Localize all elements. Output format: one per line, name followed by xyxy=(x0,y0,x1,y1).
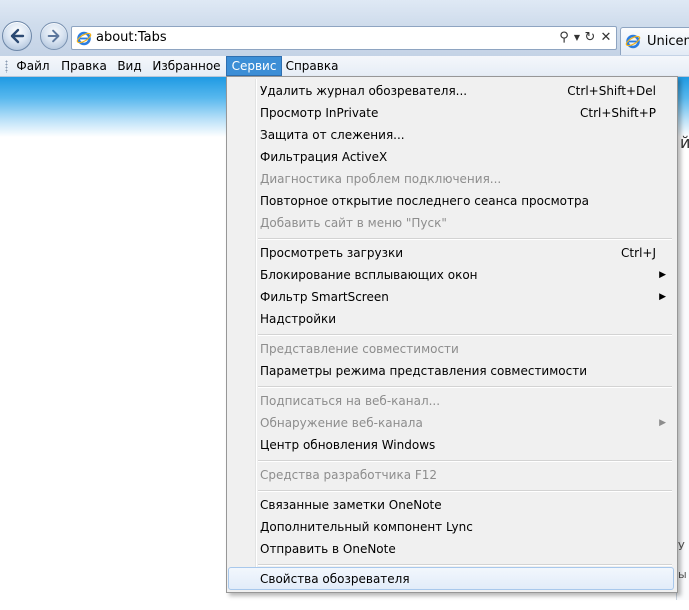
forward-button[interactable] xyxy=(40,22,68,50)
submenu-arrow-icon: ▶ xyxy=(659,292,666,302)
menu-item-addons[interactable]: Надстройки xyxy=(229,308,673,330)
menu-item-label: Представление совместимости xyxy=(260,342,459,356)
menu-item-send-to-onenote[interactable]: Отправить в OneNote xyxy=(229,538,673,560)
menu-item-feed-discovery[interactable]: Обнаружение веб-канала ▶ xyxy=(229,412,673,434)
forward-arrow-icon xyxy=(47,29,60,43)
menu-item-label: Фильтрация ActiveX xyxy=(260,150,388,164)
menu-item-tracking-protection[interactable]: Защита от слежения... xyxy=(229,124,673,146)
menu-item-smartscreen[interactable]: Фильтр SmartScreen ▶ xyxy=(229,286,673,308)
menu-item-windows-update[interactable]: Центр обновления Windows xyxy=(229,434,673,456)
menu-item-label: Защита от слежения... xyxy=(260,128,405,142)
address-bar[interactable]: about:Tabs ⚲ ▼ ↻ ✕ xyxy=(71,26,617,50)
submenu-arrow-icon: ▶ xyxy=(659,270,666,280)
page-text-fragment: й xyxy=(680,133,689,152)
menu-item-subscribe-feed[interactable]: Подписаться на веб-канал... xyxy=(229,390,673,412)
menu-item-label: Обнаружение веб-канала xyxy=(260,416,423,430)
tab-title: Unicente xyxy=(647,34,689,49)
menu-item-label: Блокирование всплывающих окон xyxy=(260,268,478,282)
menu-item-label: Дополнительный компонент Lync xyxy=(260,520,473,534)
page-text-fragment: ы xyxy=(678,568,687,581)
menu-item-label: Надстройки xyxy=(260,312,337,326)
refresh-icon[interactable]: ↻ xyxy=(582,29,598,47)
menu-edit[interactable]: Правка xyxy=(57,57,111,75)
menu-item-inprivate[interactable]: Просмотр InPrivate Ctrl+Shift+P xyxy=(229,102,673,124)
shortcut-label: Ctrl+Shift+Del xyxy=(567,84,656,98)
menu-item-label: Центр обновления Windows xyxy=(260,438,436,452)
menu-bar: Файл Правка Вид Избранное Сервис Справка xyxy=(0,56,689,77)
menu-item-internet-options[interactable]: Свойства обозревателя xyxy=(228,567,674,590)
ie-logo-icon xyxy=(625,34,641,49)
submenu-arrow-icon: ▶ xyxy=(659,418,666,428)
menu-item-lync-addon[interactable]: Дополнительный компонент Lync xyxy=(229,516,673,538)
back-button[interactable] xyxy=(2,21,32,51)
menu-item-label: Средства разработчика F12 xyxy=(260,468,438,482)
menu-item-label: Фильтр SmartScreen xyxy=(260,290,389,304)
shortcut-label: Ctrl+Shift+P xyxy=(580,106,656,120)
menu-item-label: Добавить сайт в меню "Пуск" xyxy=(260,216,447,230)
navigation-bar: about:Tabs ⚲▼↻✕ Unicente xyxy=(0,0,689,56)
menu-help[interactable]: Справка xyxy=(283,57,341,75)
menu-item-compatibility-view[interactable]: Представление совместимости xyxy=(229,338,673,360)
page-text-fragment: У xyxy=(678,540,685,553)
menu-favorites[interactable]: Избранное xyxy=(148,57,225,75)
menu-item-developer-tools[interactable]: Средства разработчика F12 xyxy=(229,464,673,486)
menu-separator xyxy=(258,490,672,492)
menu-item-label: Повторное открытие последнего сеанса про… xyxy=(260,194,589,208)
menu-item-activex-filtering[interactable]: Фильтрация ActiveX xyxy=(229,146,673,168)
menu-item-delete-history[interactable]: Удалить журнал обозревателя... Ctrl+Shif… xyxy=(229,80,673,102)
menu-item-label: Просмотреть загрузки xyxy=(260,246,404,260)
menu-separator xyxy=(258,460,672,462)
menu-item-label: Удалить журнал обозревателя... xyxy=(260,84,468,98)
menu-item-label: Подписаться на веб-канал... xyxy=(260,394,441,408)
menu-item-onenote-linked-notes[interactable]: Связанные заметки OneNote xyxy=(229,494,673,516)
menu-item-label: Свойства обозревателя xyxy=(260,572,410,586)
menu-separator xyxy=(258,386,672,388)
tools-menu: Удалить журнал обозревателя... Ctrl+Shif… xyxy=(226,76,678,593)
menu-separator xyxy=(258,334,672,336)
menu-item-label: Просмотр InPrivate xyxy=(260,106,379,120)
menu-separator xyxy=(258,238,672,240)
address-url[interactable]: about:Tabs xyxy=(96,30,167,45)
menu-view[interactable]: Вид xyxy=(113,57,146,75)
menu-item-view-downloads[interactable]: Просмотреть загрузки Ctrl+J xyxy=(229,242,673,264)
close-icon[interactable]: ✕ xyxy=(598,29,614,47)
back-arrow-icon xyxy=(10,28,25,44)
menu-tools[interactable]: Сервис xyxy=(226,56,282,76)
address-tools: ⚲ ▼ ↻ ✕ xyxy=(556,29,614,47)
menu-item-label: Связанные заметки OneNote xyxy=(260,498,442,512)
shortcut-label: Ctrl+J xyxy=(621,246,656,260)
menu-item-label: Отправить в OneNote xyxy=(260,542,396,556)
menu-item-label: Диагностика проблем подключения... xyxy=(260,172,502,186)
menu-item-compatibility-settings[interactable]: Параметры режима представления совместим… xyxy=(229,360,673,382)
ie-logo-icon xyxy=(76,31,92,46)
toolbar-grip[interactable] xyxy=(5,60,8,73)
menu-item-add-to-start[interactable]: Добавить сайт в меню "Пуск" xyxy=(229,212,673,234)
browser-tab[interactable]: Unicente xyxy=(620,27,689,55)
menu-file[interactable]: Файл xyxy=(12,57,54,75)
menu-item-label: Параметры режима представления совместим… xyxy=(260,364,588,378)
search-icon[interactable]: ⚲ xyxy=(556,29,572,47)
menu-item-reopen-session[interactable]: Повторное открытие последнего сеанса про… xyxy=(229,190,673,212)
dropdown-arrow-icon[interactable]: ▼ xyxy=(572,29,582,47)
menu-separator xyxy=(258,564,672,566)
menu-item-diagnose-connection[interactable]: Диагностика проблем подключения... xyxy=(229,168,673,190)
menu-item-popup-blocker[interactable]: Блокирование всплывающих окон ▶ xyxy=(229,264,673,286)
